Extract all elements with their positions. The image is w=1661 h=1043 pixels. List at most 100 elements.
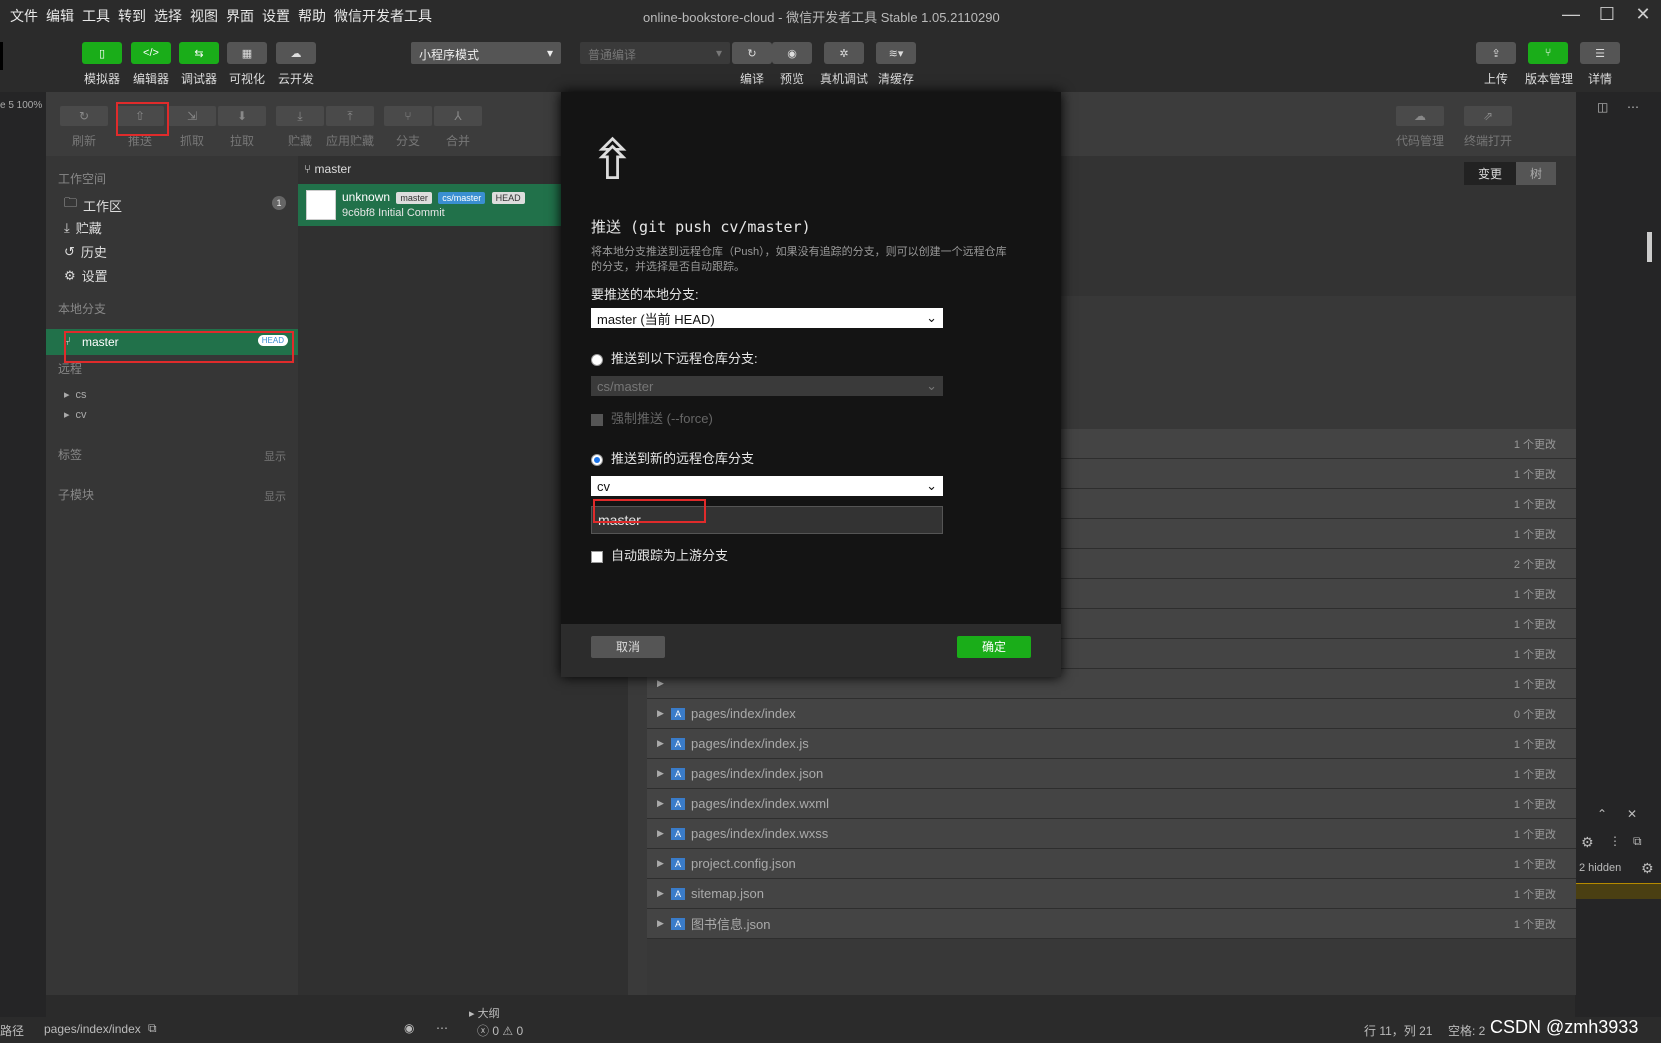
menu-edit[interactable]: 编辑 [46,6,74,26]
menu-select[interactable]: 选择 [154,6,182,26]
maximize-icon[interactable]: ☐ [1592,4,1622,25]
eye-icon[interactable]: ◉ [404,1021,414,1035]
caret-right-icon[interactable]: ▶ [657,888,671,899]
force-push-checkbox[interactable] [591,413,603,426]
simulator-button[interactable]: ▯ [82,42,122,64]
fetch-button[interactable]: ⇲ [168,106,216,126]
version-button[interactable]: ⑂ [1528,42,1568,64]
outline-panel[interactable]: ▸ 大纲 [469,1005,500,1021]
force-push-option[interactable]: 强制推送 (--force) [591,408,713,427]
auto-track-option[interactable]: 自动跟踪为上游分支 [591,545,728,564]
code-manage-button[interactable]: ☁ [1396,106,1444,126]
sidebar-item-settings[interactable]: ⚙ 设置 [64,266,108,285]
file-row[interactable]: ▶ Apages/index/index.wxss 1 个更改 [647,819,1576,849]
remote-branch-radio[interactable] [591,353,603,366]
menu-ui[interactable]: 界面 [226,6,254,26]
more-vert-icon[interactable]: ⋮ [1609,834,1621,848]
confirm-button[interactable]: 确定 [957,636,1031,658]
remote-debug-button[interactable]: ✲ [824,42,864,64]
remote-cv[interactable]: ▸ cv [64,408,87,422]
new-remote-select[interactable]: cv ⌄ [591,476,943,496]
cancel-button[interactable]: 取消 [591,636,665,658]
close-panel-icon[interactable]: ✕ [1627,807,1637,821]
more-icon[interactable]: ⋯ [436,1021,448,1035]
caret-right-icon[interactable]: ▶ [657,678,671,689]
upload-button[interactable]: ⇪ [1476,42,1516,64]
apply-stash-button[interactable]: ⤒ [326,106,374,126]
menu-goto[interactable]: 转到 [118,6,146,26]
file-row[interactable]: ▶ Apages/index/index.js 1 个更改 [647,729,1576,759]
close-icon[interactable]: ✕ [1628,4,1658,25]
branch-button[interactable]: ⑂ [384,106,432,126]
indentation[interactable]: 空格: 2 [1448,1022,1485,1039]
cursor-position[interactable]: 行 11，列 21 [1364,1022,1432,1039]
popout-icon[interactable]: ⧉ [1633,834,1642,849]
local-branch-select[interactable]: master (当前 HEAD) ⌄ [591,308,943,328]
minimize-icon[interactable]: — [1556,4,1586,25]
preview-button[interactable]: ◉ [772,42,812,64]
file-row[interactable]: ▶ Apages/index/index.wxml 1 个更改 [647,789,1576,819]
menu-view[interactable]: 视图 [190,6,218,26]
caret-right-icon[interactable]: ▶ [657,858,671,869]
terminal-open-button[interactable]: ⇗ [1464,106,1512,126]
menu-file[interactable]: 文件 [10,6,38,26]
copy-icon[interactable]: ⧉ [148,1021,157,1036]
menu-wechat-devtools[interactable]: 微信开发者工具 [334,6,432,26]
remote-cs[interactable]: ▸ cs [64,388,87,402]
chevron-up-icon[interactable]: ⌃ [1597,807,1607,821]
menu-help[interactable]: 帮助 [298,6,326,26]
gear-icon[interactable]: ⚙ [1581,834,1594,851]
chevron-down-icon: ▾ [715,46,722,60]
refresh-icon: ↻ [78,109,90,123]
settings-icon[interactable]: ⚙ [1641,860,1654,877]
page-path[interactable]: pages/index/index [44,1022,141,1036]
details-button[interactable]: ☰ [1580,42,1620,64]
new-remote-branch-radio[interactable] [591,453,603,466]
menu-settings[interactable]: 设置 [262,6,290,26]
commit-author: unknown [342,190,391,204]
caret-right-icon[interactable]: ▶ [657,798,671,809]
file-row[interactable]: ▶ A 图书信息.json 1 个更改 [647,909,1576,939]
editor-button[interactable]: </> [131,42,171,64]
problems-indicator[interactable]: ⓧ 0 ⚠ 0 [477,1022,523,1039]
auto-track-checkbox[interactable] [591,550,603,563]
merge-icon: ⅄ [454,109,462,123]
remote-branch-option[interactable]: 推送到以下远程仓库分支: [591,348,758,367]
mode-select[interactable]: 小程序模式 ▾ [411,42,561,64]
cloud-button[interactable]: ☁ [276,42,316,64]
path-label[interactable]: 路径 [0,1022,24,1039]
file-row[interactable]: ▶ Apages/index/index 0 个更改 [647,699,1576,729]
submodule-show-link[interactable]: 显示 [264,488,286,504]
caret-right-icon[interactable]: ▶ [657,918,671,929]
tab-tree[interactable]: 树 [1515,162,1556,185]
remote-branch-select[interactable]: cs/master ⌄ [591,376,943,396]
refresh-button[interactable]: ↻ [60,106,108,126]
caret-right-icon[interactable]: ▶ [657,708,671,719]
pull-button[interactable]: ⬇ [218,106,266,126]
clear-cache-button[interactable]: ≋▾ [876,42,916,64]
tags-show-link[interactable]: 显示 [264,448,286,464]
new-remote-branch-option[interactable]: 推送到新的远程仓库分支 [591,448,754,467]
folder-icon: 🗀 [64,195,78,210]
caret-right-icon[interactable]: ▶ [657,738,671,749]
apply-stash-label: 应用贮藏 [325,134,374,148]
split-icon[interactable]: ◫ [1597,100,1608,114]
caret-right-icon[interactable]: ▶ [657,828,671,839]
merge-button[interactable]: ⅄ [434,106,482,126]
compile-button[interactable]: ↻ [732,42,772,64]
file-row[interactable]: ▶ Aproject.config.json 1 个更改 [647,849,1576,879]
menu-tools[interactable]: 工具 [82,6,110,26]
compile-select[interactable]: 普通编译 ▾ [580,42,730,64]
sidebar-item-stash[interactable]: ⤓ 贮藏 [64,218,102,237]
file-row[interactable]: ▶ Asitemap.json 1 个更改 [647,879,1576,909]
file-row[interactable]: ▶ Apages/index/index.json 1 个更改 [647,759,1576,789]
sidebar-item-history[interactable]: ↺ 历史 [64,242,107,261]
scrollbar[interactable] [1647,232,1652,262]
more-icon[interactable]: ⋯ [1627,100,1639,114]
tab-changes[interactable]: 变更 [1463,162,1516,185]
stash-button[interactable]: ⤓ [276,106,324,126]
sidebar-item-workspace[interactable]: 🗀 工作区 [64,194,122,216]
debugger-button[interactable]: ⇆ [179,42,219,64]
caret-right-icon[interactable]: ▶ [657,768,671,779]
visual-button[interactable]: ▦ [227,42,267,64]
